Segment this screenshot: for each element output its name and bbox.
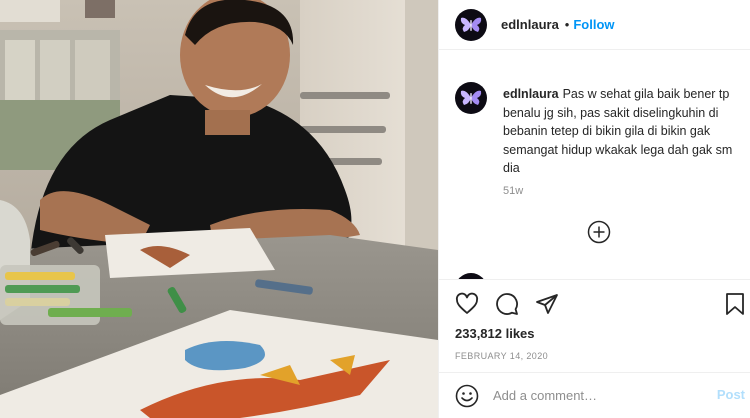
- comment-icon[interactable]: [495, 292, 519, 316]
- author-avatar[interactable]: [455, 8, 487, 41]
- plus-circle-icon[interactable]: [587, 220, 611, 244]
- post-sidebar: edlnlaura • Follow edlnlaura Pas w sehat …: [438, 0, 750, 418]
- bookmark-icon[interactable]: [723, 292, 747, 316]
- butterfly-icon: [460, 90, 482, 105]
- post-header: edlnlaura • Follow: [439, 0, 750, 50]
- butterfly-icon: [460, 17, 482, 32]
- post-comment-button[interactable]: Post: [717, 387, 745, 402]
- photo-illustration: [0, 0, 438, 418]
- actions-section: 233,812 likes FEBRUARY 14, 2020: [439, 279, 750, 371]
- caption-username[interactable]: edlnlaura: [503, 87, 559, 101]
- caption-timestamp[interactable]: 51w: [503, 185, 523, 197]
- comment-input[interactable]: [493, 388, 713, 403]
- add-comment-bar: Post: [439, 372, 750, 418]
- post-date[interactable]: FEBRUARY 14, 2020: [455, 351, 548, 361]
- caption-avatar[interactable]: [455, 82, 487, 114]
- separator-dot: •: [564, 17, 570, 32]
- like-count[interactable]: 233,812 likes: [455, 326, 535, 341]
- follow-button[interactable]: Follow: [573, 17, 614, 32]
- action-bar: [455, 292, 559, 316]
- caption-text: edlnlaura Pas w sehat gila baik bener tp …: [503, 85, 747, 178]
- smiley-icon[interactable]: [455, 384, 479, 408]
- author-username[interactable]: edlnlaura: [501, 17, 559, 32]
- post-photo[interactable]: [0, 0, 438, 418]
- heart-icon[interactable]: [455, 292, 479, 316]
- comments-section[interactable]: edlnlaura Pas w sehat gila baik bener tp …: [439, 51, 750, 279]
- share-icon[interactable]: [535, 292, 559, 316]
